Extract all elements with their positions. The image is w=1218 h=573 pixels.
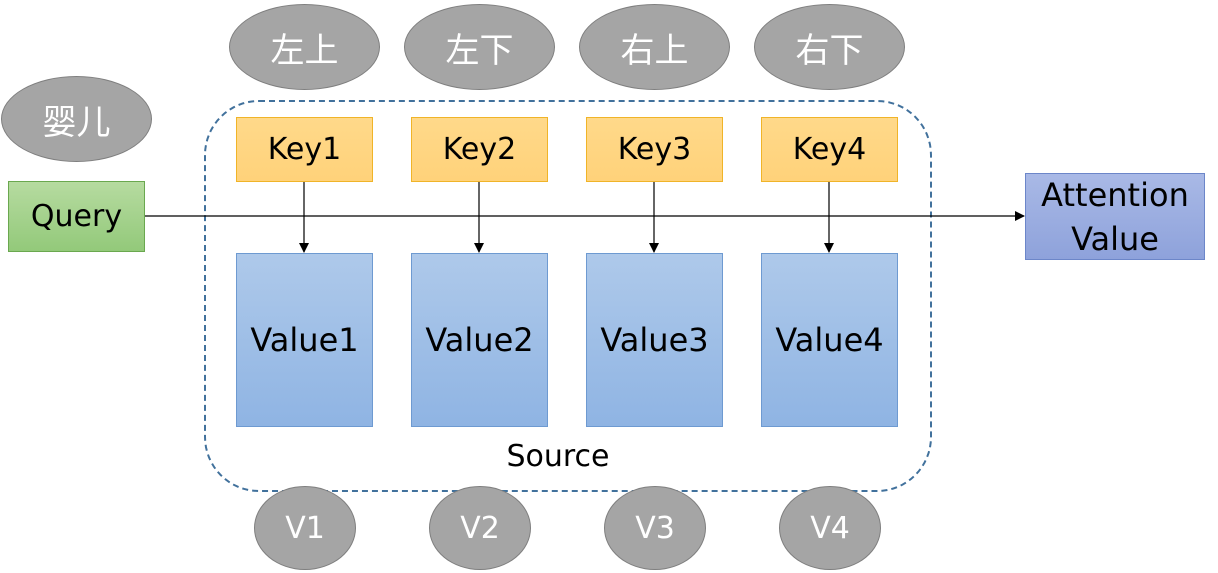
source-label: Source — [506, 438, 610, 474]
direction-oval-3: 右上 — [579, 4, 730, 90]
query-box: Query — [8, 181, 145, 252]
key-box-4: Key4 — [761, 117, 898, 182]
attention-value-line1: Attention — [1041, 175, 1189, 214]
weight-oval-3: V3 — [604, 486, 706, 570]
weight-oval-1: V1 — [254, 486, 356, 570]
key-box-3: Key3 — [586, 117, 723, 182]
value-box-1: Value1 — [236, 253, 373, 427]
attention-value-line2: Value — [1071, 219, 1159, 258]
weight-oval-2: V2 — [429, 486, 531, 570]
direction-oval-2: 左下 — [404, 4, 555, 90]
value-box-3: Value3 — [586, 253, 723, 427]
value-box-2: Value2 — [411, 253, 548, 427]
weight-oval-4: V4 — [779, 486, 881, 570]
direction-oval-1: 左上 — [229, 4, 380, 90]
query-tag-oval: 婴儿 — [1, 76, 152, 162]
direction-oval-4: 右下 — [754, 4, 905, 90]
key-box-1: Key1 — [236, 117, 373, 182]
attention-value-box: Attention Value — [1025, 173, 1205, 260]
key-box-2: Key2 — [411, 117, 548, 182]
value-box-4: Value4 — [761, 253, 898, 427]
